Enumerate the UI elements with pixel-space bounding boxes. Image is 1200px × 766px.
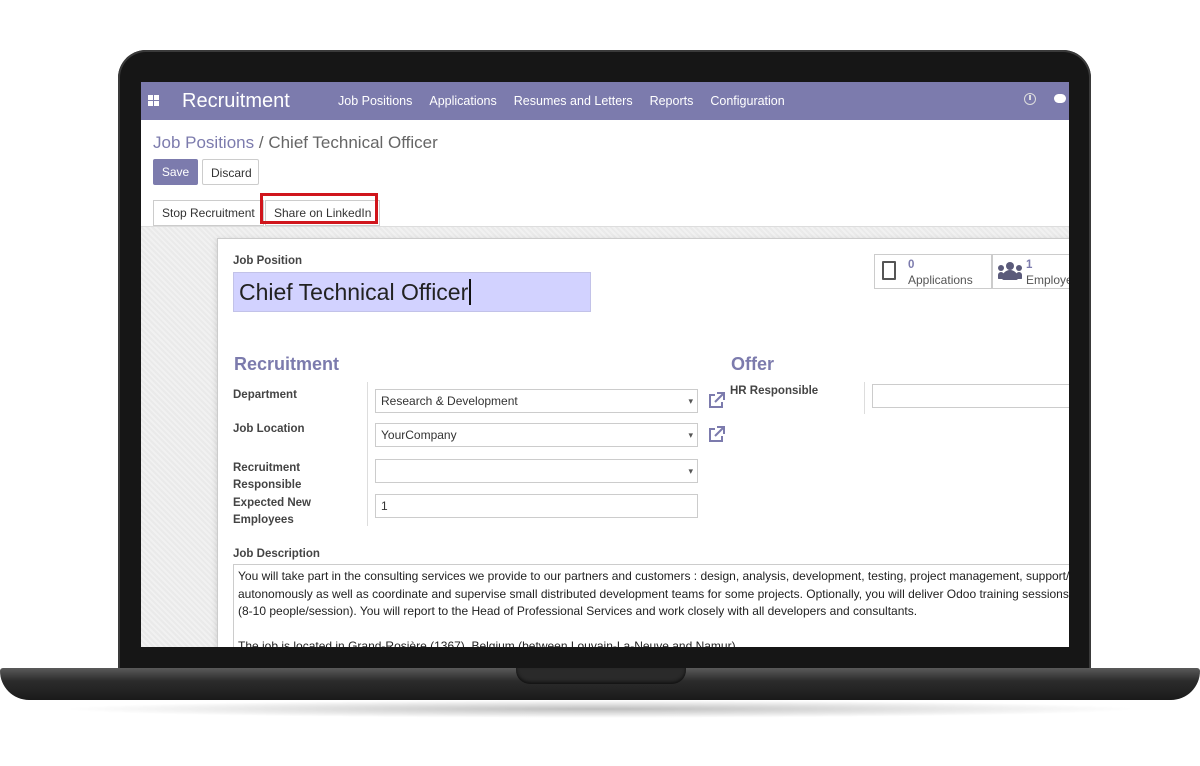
breadcrumb-current: Chief Technical Officer xyxy=(268,133,438,152)
chevron-down-icon: ▾ xyxy=(688,466,693,476)
menu-item-reports[interactable]: Reports xyxy=(650,94,694,108)
menu-item-job-positions[interactable]: Job Positions xyxy=(338,94,412,108)
form-statusbar: Stop Recruitment Share on LinkedIn xyxy=(141,193,1069,227)
expected-new-employees-label: Expected New Employees xyxy=(233,497,311,526)
hr-responsible-select[interactable] xyxy=(872,384,1069,408)
menu-item-configuration[interactable]: Configuration xyxy=(710,94,784,108)
breadcrumb-separator: / xyxy=(258,133,264,152)
menu-item-applications[interactable]: Applications xyxy=(429,94,496,108)
job-description-textarea[interactable]: You will take part in the consulting ser… xyxy=(233,564,1069,647)
offer-section-title: Offer xyxy=(731,354,775,374)
discard-button[interactable]: Discard xyxy=(202,159,259,185)
job-description-line: autonomously as well as coordinate and s… xyxy=(238,586,1069,601)
users-icon xyxy=(998,262,1022,280)
external-link-icon[interactable] xyxy=(708,426,725,443)
control-panel: Job Positions / Chief Technical Officer … xyxy=(141,120,1069,200)
applications-count: 0 xyxy=(908,259,915,271)
job-location-label: Job Location xyxy=(233,423,305,435)
job-description-line: You will take part in the consulting ser… xyxy=(238,569,1069,583)
stop-recruitment-button[interactable]: Stop Recruitment xyxy=(153,200,264,226)
screen: Recruitment Job Positions Applications Res… xyxy=(141,82,1069,647)
breadcrumb: Job Positions / Chief Technical Officer xyxy=(153,133,438,153)
hr-responsible-label: HR Responsible xyxy=(730,385,819,397)
recruitment-responsible-label: Recruitment Responsible xyxy=(233,462,302,491)
job-description-line xyxy=(238,621,1069,639)
department-value: Research & Development xyxy=(381,394,518,408)
job-position-value: Chief Technical Officer xyxy=(239,279,469,305)
document-icon xyxy=(882,261,896,280)
applications-stat-button[interactable]: 0 Applications xyxy=(874,254,992,289)
offer-label-divider xyxy=(864,382,865,414)
breadcrumb-job-positions-link[interactable]: Job Positions xyxy=(153,133,254,152)
chevron-down-icon: ▾ xyxy=(688,430,693,440)
applications-stat-label: Applications xyxy=(908,273,973,287)
recruitment-section-title: Recruitment xyxy=(234,354,340,374)
laptop-shadow xyxy=(60,700,1140,718)
save-button[interactable]: Save xyxy=(153,159,198,185)
messages-chat-icon[interactable] xyxy=(1054,94,1066,103)
department-label: Department xyxy=(233,389,297,401)
recruitment-responsible-select[interactable]: ▾ xyxy=(375,459,698,483)
text-cursor xyxy=(469,279,472,305)
employees-count: 1 xyxy=(1026,259,1033,271)
linkedin-highlight-box xyxy=(260,193,378,224)
employees-stat-label: Employe xyxy=(1026,273,1069,287)
apps-menu-icon[interactable] xyxy=(148,95,159,106)
job-description-line: The job is located in Grand-Rosière (136… xyxy=(238,639,739,647)
activity-clock-icon[interactable] xyxy=(1024,93,1036,105)
job-location-select[interactable]: YourCompany ▾ xyxy=(375,423,698,447)
employees-stat-button[interactable]: 1 Employe xyxy=(992,254,1069,289)
job-position-input[interactable]: Chief Technical Officer xyxy=(233,272,591,312)
expected-new-employees-value: 1 xyxy=(381,499,388,513)
job-position-label: Job Position xyxy=(233,255,302,267)
job-description-label: Job Description xyxy=(233,548,320,560)
job-description-line: (8-10 people/session). You will report t… xyxy=(238,604,918,618)
laptop-notch xyxy=(516,668,686,684)
external-link-icon[interactable] xyxy=(708,392,725,409)
expected-new-employees-input[interactable]: 1 xyxy=(375,494,698,518)
label-divider xyxy=(367,382,368,526)
menu-item-resumes-and-letters[interactable]: Resumes and Letters xyxy=(514,94,633,108)
chevron-down-icon: ▾ xyxy=(688,396,693,406)
main-menu: Job Positions Applications Resumes and Let… xyxy=(338,94,802,108)
top-navbar: Recruitment Job Positions Applications Res… xyxy=(141,82,1069,120)
form-sheet: Job Position Chief Technical Officer 0 A… xyxy=(217,238,1069,647)
job-location-value: YourCompany xyxy=(381,428,457,442)
department-select[interactable]: Research & Development ▾ xyxy=(375,389,698,413)
app-title[interactable]: Recruitment xyxy=(182,90,290,113)
